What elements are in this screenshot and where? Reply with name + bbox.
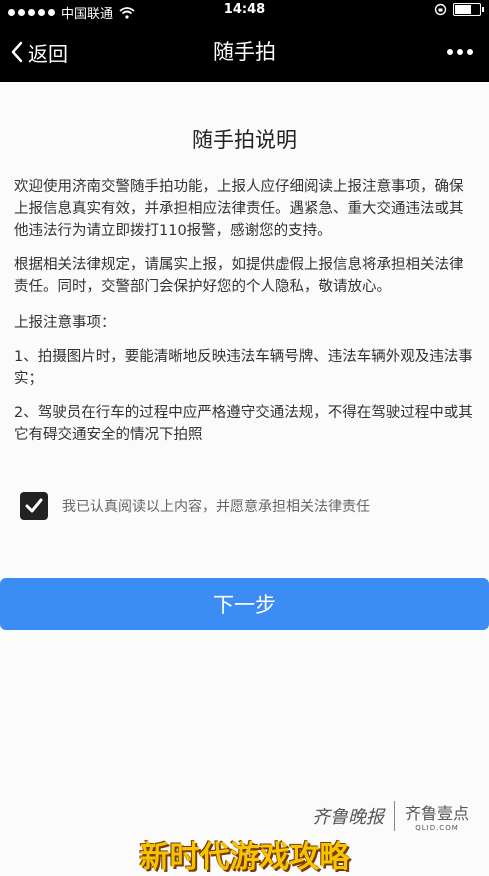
page-title: 随手拍 xyxy=(213,40,276,64)
chevron-left-icon xyxy=(11,41,23,63)
note-item-2: 2、驾驶员在行车的过程中应严格遵守交通法规，不得在驾驶过程中或其它有碍交通安全的… xyxy=(14,405,473,443)
more-dots-icon xyxy=(447,49,453,55)
legal-paragraph: 根据相关法律规定，请属实上报，如提供虚假上报信息将承担相关法律责任。同时，交警部… xyxy=(14,257,464,295)
watermark-right-cn: 齐鲁壹点 xyxy=(404,804,469,823)
document-title: 随手拍说明 xyxy=(192,128,297,152)
overlay-banner: 新时代游戏攻略 xyxy=(139,840,350,875)
battery-icon xyxy=(453,3,484,16)
next-step-button[interactable]: 下一步 xyxy=(0,578,489,630)
status-right xyxy=(434,3,484,16)
watermark-right-en: QLID.COM xyxy=(415,824,459,832)
status-bar: 中国联通 14:48 xyxy=(0,0,489,22)
watermark-logo-right: 齐鲁壹点 QLID.COM xyxy=(405,800,469,832)
watermark: 齐鲁晚报 齐鲁壹点 QLID.COM xyxy=(312,800,469,832)
notes-heading: 上报注意事项： xyxy=(14,315,116,331)
note-item-1: 1、拍摄图片时，要能清晰地反映违法车辆号牌、违法车辆外观及违法事实； xyxy=(14,349,473,387)
back-label: 返回 xyxy=(28,41,68,66)
nav-bar: 返回 随手拍 xyxy=(0,22,489,82)
more-options-button[interactable] xyxy=(447,22,473,82)
checkmark-icon xyxy=(25,498,43,513)
agree-row[interactable]: 我已认真阅读以上内容，并愿意承担相关法律责任 xyxy=(20,492,370,520)
rotation-lock-icon xyxy=(434,3,447,16)
agree-label: 我已认真阅读以上内容，并愿意承担相关法律责任 xyxy=(62,499,370,515)
watermark-logo-left: 齐鲁晚报 xyxy=(311,807,384,828)
watermark-divider xyxy=(393,801,395,831)
agree-checkbox[interactable] xyxy=(20,492,48,520)
intro-paragraph: 欢迎使用济南交警随手拍功能，上报人应仔细阅读上报注意事项，确保上报信息真实有效，… xyxy=(14,179,464,239)
clock: 14:48 xyxy=(223,2,266,17)
back-button[interactable]: 返回 xyxy=(10,22,68,82)
